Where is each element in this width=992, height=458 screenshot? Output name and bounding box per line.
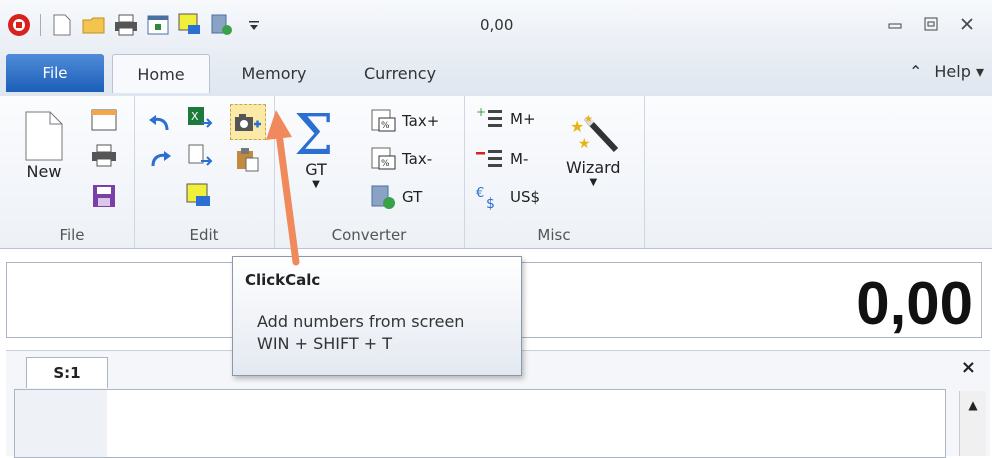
annotation-arrow: [266, 110, 300, 266]
